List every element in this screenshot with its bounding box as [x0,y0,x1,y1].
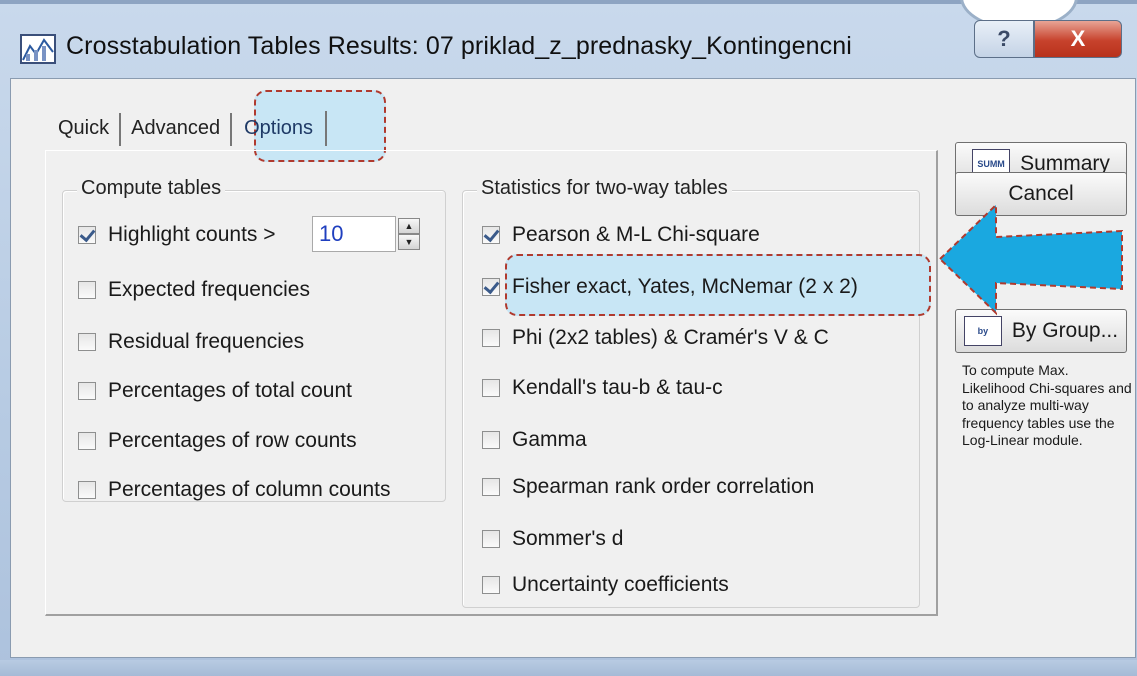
spearman-option[interactable]: Spearman rank order correlation [482,475,814,499]
percent-row-label: Percentages of row counts [108,429,357,452]
dialog-window: Crosstabulation Tables Results: 07 prikl… [0,0,1137,676]
kendall-label: Kendall's tau-b & tau-c [512,376,723,399]
gamma-label: Gamma [512,428,587,451]
app-chart-icon [20,34,56,64]
uncertainty-label: Uncertainty coefficients [512,573,729,596]
highlight-counts-option[interactable]: Highlight counts > [78,223,276,247]
pearson-option[interactable]: Pearson & M-L Chi-square [482,223,760,247]
tab-bar: Quick Advanced Options [48,106,328,146]
percent-column-option[interactable]: Percentages of column counts [78,478,391,502]
fisher-checkbox[interactable] [482,278,500,296]
percent-total-label: Percentages of total count [108,379,352,402]
close-button[interactable]: X [1034,20,1122,58]
tab-advanced[interactable]: Advanced [121,113,233,146]
highlight-count-spinner[interactable]: ▲ ▼ [398,218,420,252]
title-bar[interactable]: Crosstabulation Tables Results: 07 prikl… [0,12,1137,72]
residual-frequencies-option[interactable]: Residual frequencies [78,330,304,354]
expected-frequencies-label: Expected frequencies [108,278,310,301]
fisher-label: Fisher exact, Yates, McNemar (2 x 2) [512,275,858,298]
tab-quick[interactable]: Quick [48,113,122,146]
spin-up-icon[interactable]: ▲ [398,218,420,234]
uncertainty-checkbox[interactable] [482,576,500,594]
residual-frequencies-checkbox[interactable] [78,333,96,351]
gamma-checkbox[interactable] [482,431,500,449]
phi-checkbox[interactable] [482,329,500,347]
log-linear-note: To compute Max. Likelihood Chi-squares a… [962,362,1132,448]
residual-frequencies-label: Residual frequencies [108,330,305,353]
percent-row-option[interactable]: Percentages of row counts [78,429,357,453]
window-bottom-frame [0,660,1137,676]
help-button[interactable]: ? [974,20,1034,58]
by-group-label: By Group... [1011,319,1119,342]
uncertainty-option[interactable]: Uncertainty coefficients [482,573,729,597]
highlight-counts-label: Highlight counts > [108,223,276,246]
statistics-title: Statistics for two-way tables [477,177,732,200]
highlight-count-input[interactable] [312,216,396,252]
highlight-counts-checkbox[interactable] [78,226,96,244]
spearman-label: Spearman rank order correlation [512,475,815,498]
expected-frequencies-option[interactable]: Expected frequencies [78,278,310,302]
spin-down-icon[interactable]: ▼ [398,234,420,250]
pearson-checkbox[interactable] [482,226,500,244]
percent-total-option[interactable]: Percentages of total count [78,379,352,403]
phi-option[interactable]: Phi (2x2 tables) & Cramér's V & C [482,326,829,350]
kendall-checkbox[interactable] [482,379,500,397]
gamma-option[interactable]: Gamma [482,428,587,452]
pearson-label: Pearson & M-L Chi-square [512,223,760,246]
percent-column-checkbox[interactable] [78,481,96,499]
by-group-icon: by [963,316,1002,346]
sommers-label: Sommer's d [512,527,624,550]
blue-arrow-pointer [938,202,1123,316]
tab-options[interactable]: Options [232,111,328,146]
fisher-option[interactable]: Fisher exact, Yates, McNemar (2 x 2) [482,275,858,299]
window-title: Crosstabulation Tables Results: 07 prikl… [66,32,852,60]
percent-row-checkbox[interactable] [78,432,96,450]
spearman-checkbox[interactable] [482,478,500,496]
percent-total-checkbox[interactable] [78,382,96,400]
percent-column-label: Percentages of column counts [108,478,391,501]
compute-tables-title: Compute tables [77,177,226,200]
sommers-checkbox[interactable] [482,530,500,548]
sommers-option[interactable]: Sommer's d [482,527,623,551]
phi-label: Phi (2x2 tables) & Cramér's V & C [512,326,829,349]
expected-frequencies-checkbox[interactable] [78,281,96,299]
kendall-option[interactable]: Kendall's tau-b & tau-c [482,376,723,400]
